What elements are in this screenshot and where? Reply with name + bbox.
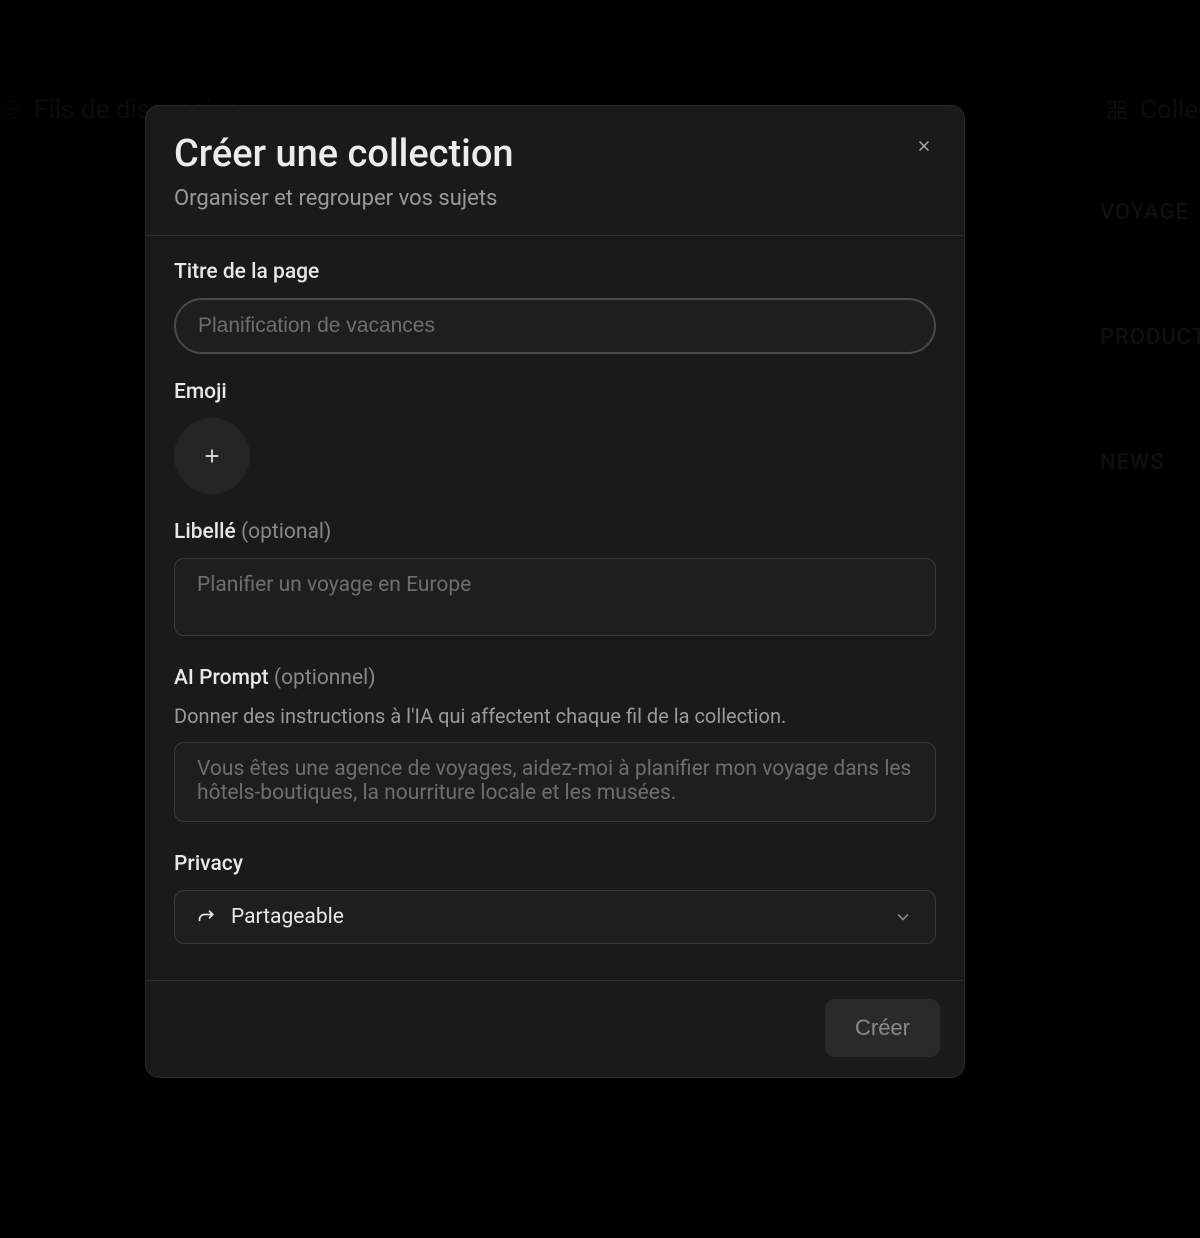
field-ai-prompt-group: AI Prompt (optionnel) Donner des instruc… (174, 666, 936, 826)
chevron-down-icon (893, 907, 913, 927)
ai-prompt-input[interactable] (174, 742, 936, 822)
create-button[interactable]: Créer (825, 999, 940, 1057)
plus-icon (201, 445, 223, 467)
field-privacy-group: Privacy Partageable (174, 852, 936, 944)
field-title-label: Titre de la page (174, 260, 936, 284)
privacy-select[interactable]: Partageable (174, 890, 936, 944)
field-privacy-label: Privacy (174, 852, 936, 876)
field-title-group: Titre de la page (174, 260, 936, 354)
privacy-selected-value: Partageable (231, 905, 344, 929)
modal-title: Créer une collection (174, 132, 936, 176)
close-button[interactable] (906, 128, 942, 164)
modal-footer: Créer (146, 980, 964, 1077)
field-ai-prompt-label: AI Prompt (optionnel) (174, 666, 936, 690)
share-icon (197, 907, 217, 927)
field-ai-prompt-helper: Donner des instructions à l'IA qui affec… (174, 704, 936, 728)
field-description-label: Libellé (optional) (174, 520, 936, 544)
modal-subtitle: Organiser et regrouper vos sujets (174, 186, 936, 211)
field-description-group: Libellé (optional) (174, 520, 936, 640)
description-input[interactable] (174, 558, 936, 636)
add-emoji-button[interactable] (174, 418, 250, 494)
create-collection-modal: Créer une collection Organiser et regrou… (145, 105, 965, 1078)
field-emoji-group: Emoji (174, 380, 936, 494)
title-input[interactable] (174, 298, 936, 354)
modal-body: Titre de la page Emoji Libellé (optional… (146, 236, 964, 980)
field-emoji-label: Emoji (174, 380, 936, 404)
close-icon (915, 137, 933, 155)
modal-header: Créer une collection Organiser et regrou… (146, 106, 964, 236)
